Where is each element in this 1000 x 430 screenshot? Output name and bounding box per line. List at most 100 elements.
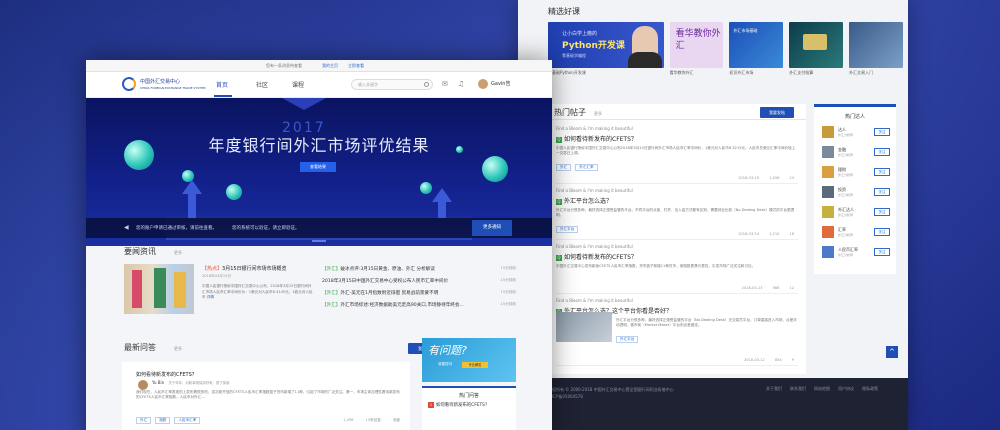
expert-avatar[interactable] <box>822 246 834 258</box>
post-tag[interactable]: 外汇 <box>556 164 572 171</box>
footer: 版权所有 © 2000-2018 中国外汇交易中心暨全国银行间同业拆借中心 沪I… <box>518 378 908 430</box>
follow-button[interactable]: 关注 <box>874 148 890 156</box>
post-likes[interactable]: 24 <box>789 176 794 180</box>
post-meta: Find a Bloom & I'm making it beautiful <box>556 244 633 249</box>
carousel-indicator[interactable] <box>312 240 326 242</box>
expert-avatar[interactable] <box>822 226 834 238</box>
more-notices-button[interactable]: 更多通知 <box>472 220 512 236</box>
follow-button[interactable]: 关注 <box>874 188 890 196</box>
news-more-link[interactable]: 更多 <box>174 250 182 256</box>
nav-home[interactable]: 首页 <box>216 80 228 89</box>
search-input[interactable]: 输入关键字 <box>351 79 433 90</box>
user-avatar[interactable] <box>478 79 488 89</box>
bell-icon[interactable]: ♫ <box>458 80 464 88</box>
course-card[interactable]: 外汇支付结算 <box>789 22 844 80</box>
post-likes[interactable]: 12 <box>789 286 794 290</box>
expert-avatar[interactable] <box>822 166 834 178</box>
news-title: 破冰点评:3月15日黄金、原油、外汇 分析解读 <box>340 267 435 272</box>
qa-tag[interactable]: 人民币汇率 <box>174 417 201 424</box>
expert-subtitle: 外汇分析师 <box>838 213 854 217</box>
post-likes[interactable]: 18 <box>789 232 794 236</box>
message-icon[interactable]: ✉ <box>442 80 448 88</box>
post-tag[interactable]: 外汇平台 <box>556 226 579 233</box>
notice-bar: 您有一条消息待查看 我的主页 立即查看 <box>86 60 552 72</box>
news-date: 15分钟前 <box>500 290 516 294</box>
news-detail-link[interactable]: 详情 <box>207 295 214 299</box>
post-title-text: 外汇平台怎么选？ <box>564 198 613 205</box>
news-featured-image[interactable] <box>124 264 194 314</box>
ticker-message[interactable]: 您的系统可以验证，请立即验证。 <box>232 225 300 231</box>
post-stats: 2018-03-15 1,456 24 <box>738 176 794 180</box>
notice-link[interactable]: 我的主页 <box>322 63 338 69</box>
course-thumbnail: 看华教你外汇 <box>669 22 724 68</box>
news-list-item[interactable]: 【外汇】外汇-美元在1月指数附近徘徊 贸易战前景蒙不明 15分钟前 <box>322 290 516 296</box>
answerer-name[interactable]: Yu Bin <box>152 380 164 385</box>
logo-mark-icon <box>122 77 136 91</box>
search-icon[interactable] <box>424 82 429 87</box>
qa-more-link[interactable]: 更多 <box>174 346 182 352</box>
new-post-button[interactable]: 我要发帖 <box>760 107 794 118</box>
follow-button[interactable]: 关注 <box>874 168 890 176</box>
back-to-top-button[interactable]: ^ <box>886 346 898 358</box>
answerer-avatar[interactable] <box>138 380 148 390</box>
expert-item: 理财 外汇分析师 关注 <box>822 166 890 182</box>
course-card[interactable]: 外汇交易入门 <box>849 22 903 80</box>
follow-button[interactable]: 关注 <box>874 128 890 136</box>
qa-question[interactable]: 如何看待新发布的CFETS？ <box>136 371 197 378</box>
expert-item: 金融 外汇分析师 关注 <box>822 146 890 162</box>
news-list-item[interactable]: 【外汇】破冰点评:3月15日黄金、原油、外汇 分析解读 15分钟前 <box>322 266 516 272</box>
course-card[interactable]: 看华教你外汇 看华教你外汇 <box>669 22 724 80</box>
ask-question-banner[interactable]: 有问题? 我要提问 专业解答 <box>422 338 516 382</box>
banner-cta-button[interactable]: 查看结果 <box>300 162 336 172</box>
expert-avatar[interactable] <box>822 126 834 138</box>
post-item[interactable]: Find a Bloom & I'm making it beautiful Q… <box>556 126 798 184</box>
copyright-text: 版权所有 © 2000-2018 中国外汇交易中心暨全国银行间同业拆借中心 <box>548 387 674 392</box>
expert-avatar[interactable] <box>822 146 834 158</box>
course-card[interactable]: 让小白学上瘾的 Python开发课 零基础学编程 零基础Python开发课 <box>548 22 664 80</box>
ticker-message[interactable]: 您的账户申请已通过审核，请前往查看。 <box>136 225 217 231</box>
notice-link[interactable]: 立即查看 <box>348 63 364 69</box>
follow-button[interactable]: 关注 <box>874 228 890 236</box>
post-title[interactable]: Q 如何看待新发布的CFETS？ <box>556 134 798 143</box>
footer-link[interactable]: 用户协议 <box>838 386 854 392</box>
nav-community[interactable]: 社区 <box>256 80 268 89</box>
post-item[interactable]: Find a Bloom & I'm making it beautiful Q… <box>556 188 798 240</box>
course-card[interactable]: 外汇市场基础 初识外汇市场 <box>729 22 784 80</box>
nav-course[interactable]: 课程 <box>292 80 304 89</box>
hero-banner[interactable]: 2017 年度银行间外汇市场评优结果 查看结果 ◀ 您的账户申请已通过审核，请前… <box>86 98 552 246</box>
qa-card[interactable]: 如何看待新发布的CFETS？ Yu Bin 关于年年，对新事物保持好奇，勇于探索… <box>122 362 410 430</box>
follow-button[interactable]: 关注 <box>874 208 890 216</box>
footer-link[interactable]: 网站地图 <box>814 386 830 392</box>
news-list-item[interactable]: 2018年3月15日中国外汇交易中心受权公布人民币汇率中间价 15分钟前 <box>322 278 516 284</box>
footer-link[interactable]: 隐私政策 <box>862 386 878 392</box>
banner-title: 年度银行间外汇市场评优结果 <box>208 136 430 155</box>
qa-comments[interactable]: 13条回复 <box>365 418 380 423</box>
qa-favorite[interactable]: 收藏 <box>393 418 400 423</box>
post-item[interactable]: Find a Bloom & I'm making it beautiful Q… <box>556 244 798 294</box>
card-image <box>803 34 828 50</box>
post-title[interactable]: Q 外汇平台怎么选？ <box>556 196 798 205</box>
expert-item: 投资 外汇分析师 关注 <box>822 186 890 202</box>
expert-subtitle: 外汇分析师 <box>838 173 854 177</box>
hot-posts-more-link[interactable]: 更多 <box>594 111 602 117</box>
follow-button[interactable]: 关注 <box>874 248 890 256</box>
post-title[interactable]: Q 如何看待新发布的CFETS？ <box>556 252 798 261</box>
post-item[interactable]: Find a Bloom & I'm making it beautiful Q… <box>556 298 798 366</box>
post-likes[interactable]: 9 <box>792 358 794 362</box>
expert-avatar[interactable] <box>822 206 834 218</box>
hot-qa-item[interactable]: 1 如何看待新发布的CFETS？ <box>428 402 489 408</box>
footer-link[interactable]: 联系我们 <box>790 386 806 392</box>
post-tag[interactable]: 外汇平台 <box>616 336 639 343</box>
news-featured-title[interactable]: 【热点】3月15日银行间市场市场概览 <box>202 265 287 272</box>
site-logo[interactable]: 中国外汇交易中心 CHINA FOREIGN EXCHANGE TRADE SY… <box>122 77 205 93</box>
news-list-item[interactable]: 【外汇】外汇市场综述:经济数据助美元走高90关口,市场静待年终会... 15分钟… <box>322 302 516 308</box>
qa-tag[interactable]: 外汇 <box>136 417 152 424</box>
news-featured-desc-text: 中国人民银行授权中国外汇交易中心公布，2018年3月15日银行间外汇市场人民币汇… <box>202 284 313 299</box>
post-tag[interactable]: 外汇汇率 <box>575 164 598 171</box>
expert-avatar[interactable] <box>822 186 834 198</box>
post-meta: Find a Bloom & I'm making it beautiful <box>556 298 633 303</box>
footer-link[interactable]: 关于我们 <box>766 386 782 392</box>
qa-stats: 1,456 13条回复 收藏 <box>343 418 400 423</box>
qa-tag[interactable]: 指数 <box>155 417 171 424</box>
user-name[interactable]: Gavin告 <box>491 80 510 87</box>
